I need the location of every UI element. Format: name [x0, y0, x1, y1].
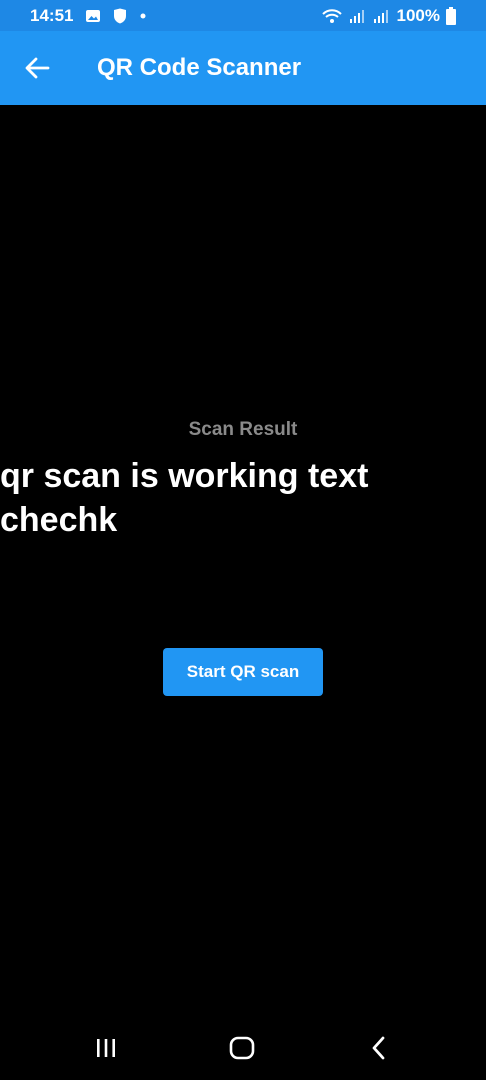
start-qr-scan-button[interactable]: Start QR scan	[163, 648, 323, 696]
image-icon	[85, 9, 101, 23]
signal-icon	[373, 8, 391, 24]
shield-icon	[113, 8, 127, 24]
screen: 14:51 100% QR Code Scanner Scan Result q…	[0, 0, 486, 1080]
back-icon	[369, 1036, 389, 1060]
arrow-back-icon	[24, 56, 50, 80]
page-title: QR Code Scanner	[97, 54, 302, 81]
nav-bar	[0, 1015, 486, 1080]
scan-result-text: qr scan is working text chechk	[0, 457, 369, 539]
status-time: 14:51	[30, 5, 74, 25]
signal-icon	[349, 8, 367, 24]
home-button[interactable]	[222, 1033, 262, 1063]
status-right: 100%	[321, 6, 456, 26]
battery-icon	[446, 6, 456, 25]
nav-back-button[interactable]	[359, 1033, 399, 1063]
back-button[interactable]	[22, 54, 52, 82]
wifi-icon	[321, 8, 343, 24]
dot-icon	[139, 12, 147, 20]
app-bar: QR Code Scanner	[0, 31, 486, 105]
recents-button[interactable]	[86, 1033, 126, 1063]
scan-result-label: Scan Result	[188, 419, 298, 440]
battery-text: 100%	[396, 5, 440, 25]
status-bar: 14:51 100%	[0, 0, 486, 31]
status-left: 14:51	[30, 6, 147, 26]
recents-icon	[94, 1037, 118, 1059]
home-icon	[229, 1036, 255, 1060]
